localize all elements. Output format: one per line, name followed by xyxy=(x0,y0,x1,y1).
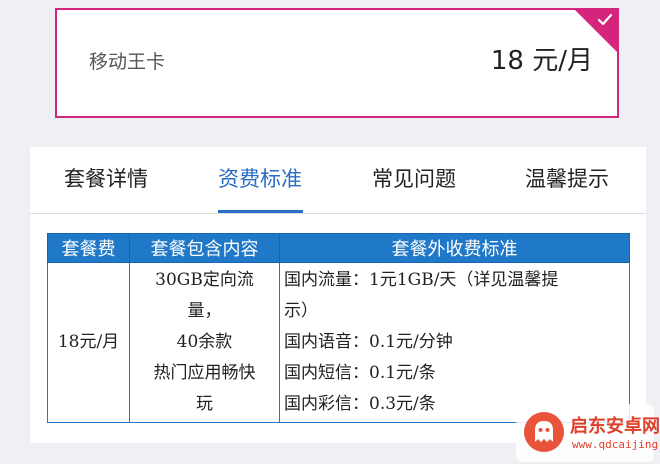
content-line: 量， xyxy=(187,301,222,321)
detail-panel: 套餐详情 资费标准 常见问题 温馨提示 套餐费 套餐包含内容 套餐外收费标准 1… xyxy=(30,147,646,443)
cell-extra-charges: 国内流量：1元1GB/天（详见温馨提 示） 国内语音：0.1元/分钟 国内短信：… xyxy=(279,262,630,423)
watermark-title: 启东安卓网 xyxy=(570,416,660,437)
extra-line: 国内语音：0.1元/分钟 xyxy=(284,332,453,352)
header-plan-fee: 套餐费 xyxy=(47,233,130,263)
table-row: 18元/月 30GB定向流 量， 40余款 热门应用畅快 玩 国内流量：1元1G… xyxy=(47,262,630,423)
checkmark-icon xyxy=(597,13,613,26)
cell-content: 30GB定向流 量， 40余款 热门应用畅快 玩 xyxy=(129,262,280,423)
ghost-logo-icon xyxy=(524,412,564,452)
extra-line: 国内短信：0.1元/条 xyxy=(284,363,436,383)
plan-name: 移动王卡 xyxy=(89,51,166,73)
extra-line: 国内流量：1元1GB/天（详见温馨提 xyxy=(284,270,559,290)
watermark-url: www.qdcaijing.com xyxy=(572,438,660,451)
active-tab-indicator xyxy=(218,210,303,213)
tab-bar: 套餐详情 资费标准 常见问题 温馨提示 xyxy=(30,147,646,214)
tab-faq[interactable]: 常见问题 xyxy=(372,163,456,193)
content-line: 热门应用畅快 xyxy=(153,363,256,383)
plan-card-selected[interactable]: 移动王卡 18 元/月 xyxy=(55,8,619,118)
cell-price: 18元/月 xyxy=(47,262,130,423)
fee-table-header-row: 套餐费 套餐包含内容 套餐外收费标准 xyxy=(47,233,630,263)
content-line: 30GB定向流 xyxy=(155,270,254,290)
site-watermark: 启东安卓网 www.qdcaijing.com xyxy=(516,404,660,462)
content-line: 40余款 xyxy=(176,332,233,352)
tab-tips[interactable]: 温馨提示 xyxy=(525,163,609,193)
fee-table: 套餐费 套餐包含内容 套餐外收费标准 18元/月 30GB定向流 量， 40余款… xyxy=(47,233,630,423)
extra-line: 示） xyxy=(284,301,318,321)
content-line: 玩 xyxy=(196,394,213,414)
header-plan-content: 套餐包含内容 xyxy=(129,233,280,263)
tab-fee-standard[interactable]: 资费标准 xyxy=(218,163,302,193)
header-extra-charges: 套餐外收费标准 xyxy=(279,233,630,263)
tab-plan-details[interactable]: 套餐详情 xyxy=(64,163,148,193)
